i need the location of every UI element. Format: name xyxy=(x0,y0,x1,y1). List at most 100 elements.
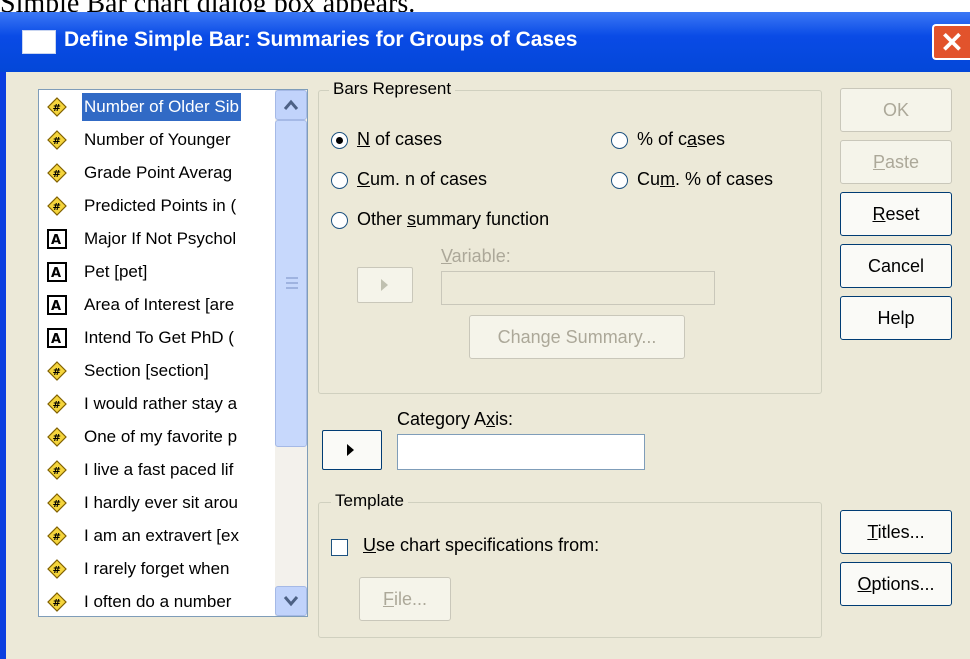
svg-text:A: A xyxy=(51,266,61,281)
svg-text:#: # xyxy=(53,202,61,213)
variable-list-item-label: I am an extravert [ex xyxy=(84,526,239,545)
file-button[interactable]: File... xyxy=(359,577,451,621)
variable-list-item-label: One of my favorite p xyxy=(84,427,238,446)
radio-dot xyxy=(336,137,343,144)
scale-variable-icon: # xyxy=(47,361,67,381)
variable-list-item[interactable]: # I live a fast paced lif xyxy=(39,456,275,485)
scale-variable-icon: # xyxy=(47,163,67,183)
chevron-up-icon xyxy=(283,99,299,110)
variable-list-item[interactable]: A Area of Interest [are xyxy=(39,291,275,320)
scale-variable-icon: # xyxy=(47,460,67,480)
variable-list-item[interactable]: # Grade Point Averag xyxy=(39,159,275,188)
cancel-button[interactable]: Cancel xyxy=(840,244,952,288)
reset-button[interactable]: Reset xyxy=(840,192,952,236)
svg-text:#: # xyxy=(53,367,61,378)
variable-list-item-label: I rarely forget when xyxy=(84,559,230,578)
template-group: Template Use chart specifications from: … xyxy=(318,491,822,638)
svg-text:#: # xyxy=(53,598,61,609)
scale-variable-icon: # xyxy=(47,559,67,579)
variable-list-item[interactable]: # Number of Older Sib xyxy=(39,93,275,122)
svg-text:#: # xyxy=(53,466,61,477)
radio-circle xyxy=(331,172,348,189)
variable-list-item-label: I would rather stay a xyxy=(84,394,238,413)
svg-text:#: # xyxy=(53,103,61,114)
thumb-grip xyxy=(286,282,298,284)
move-to-variable-button[interactable] xyxy=(357,267,413,303)
change-summary-button[interactable]: Change Summary... xyxy=(469,315,685,359)
variable-list-item[interactable]: A Intend To Get PhD ( xyxy=(39,324,275,353)
variable-list-item[interactable]: A Pet [pet] xyxy=(39,258,275,287)
thumb-grip xyxy=(286,277,298,279)
svg-text:#: # xyxy=(53,169,61,180)
bars-represent-legend: Bars Represent xyxy=(329,79,456,99)
svg-text:#: # xyxy=(53,499,61,510)
scale-variable-icon: # xyxy=(47,196,67,216)
variable-list-item[interactable]: # I rarely forget when xyxy=(39,555,275,584)
scale-variable-icon: # xyxy=(47,97,67,117)
variable-list-item-label: Section [section] xyxy=(84,361,209,380)
define-simple-bar-dialog: Define Simple Bar: Summaries for Groups … xyxy=(0,12,970,659)
variable-list-item[interactable]: # Number of Younger xyxy=(39,126,275,155)
svg-text:#: # xyxy=(53,565,61,576)
variable-field[interactable] xyxy=(441,271,715,305)
use-chart-spec-checkbox[interactable] xyxy=(331,539,348,556)
move-to-category-axis-button[interactable] xyxy=(322,430,382,470)
svg-text:A: A xyxy=(51,299,61,314)
titles-button[interactable]: Titles... xyxy=(840,510,952,554)
variable-list-item-label: I live a fast paced lif xyxy=(84,460,234,479)
string-variable-icon: A xyxy=(47,295,67,315)
dialog-client-area: # Number of Older Sib # Number of Younger # G… xyxy=(6,72,970,659)
category-axis-field[interactable] xyxy=(397,434,645,470)
svg-text:#: # xyxy=(53,532,61,543)
variable-list-item-label: Area of Interest [are xyxy=(84,295,235,314)
variable-list-item-label: Grade Point Averag xyxy=(84,163,233,182)
variable-list-item[interactable]: # I often do a number xyxy=(39,588,275,616)
help-button[interactable]: Help xyxy=(840,296,952,340)
svg-text:A: A xyxy=(51,233,61,248)
variable-list-item[interactable]: # I would rather stay a xyxy=(39,390,275,419)
scale-variable-icon: # xyxy=(47,394,67,414)
arrow-right-icon xyxy=(347,444,354,456)
ok-button[interactable]: OK xyxy=(840,88,952,132)
close-button[interactable]: ✕ xyxy=(932,24,970,60)
variable-list-item-label: Predicted Points in ( xyxy=(84,196,237,215)
template-legend: Template xyxy=(331,491,408,511)
variable-list-item[interactable]: # Predicted Points in ( xyxy=(39,192,275,221)
variable-label: Variable: xyxy=(441,246,511,266)
variable-list-item[interactable]: # I hardly ever sit arou xyxy=(39,489,275,518)
variable-list-item[interactable]: A Major If Not Psychol xyxy=(39,225,275,254)
scale-variable-icon: # xyxy=(47,493,67,513)
svg-text:#: # xyxy=(53,433,61,444)
scale-variable-icon: # xyxy=(47,130,67,150)
paste-button[interactable]: Paste xyxy=(840,140,952,184)
variable-list-item[interactable]: # One of my favorite p xyxy=(39,423,275,452)
variable-list-item-label: Number of Older Sib xyxy=(82,93,241,121)
category-axis-label: Category Axis: xyxy=(397,409,514,429)
bars-represent-group: Bars Represent N of cases % of cases Cum… xyxy=(318,79,822,394)
variable-list-item[interactable]: # I am an extravert [ex xyxy=(39,522,275,551)
scroll-up-button[interactable] xyxy=(275,90,307,120)
scroll-thumb[interactable] xyxy=(275,120,307,447)
variable-list-item-label: Pet [pet] xyxy=(84,262,148,281)
scale-variable-icon: # xyxy=(47,427,67,447)
radio-circle xyxy=(611,172,628,189)
vertical-scrollbar[interactable] xyxy=(275,90,307,616)
options-button[interactable]: Options... xyxy=(840,562,952,606)
string-variable-icon: A xyxy=(47,262,67,282)
scroll-down-button[interactable] xyxy=(275,586,307,616)
chevron-down-icon xyxy=(283,596,299,607)
variable-list-item-label: I often do a number xyxy=(84,592,232,611)
window-icon xyxy=(22,30,56,54)
variable-list-item-label: Number of Younger xyxy=(84,130,231,149)
variable-list-item[interactable]: # Section [section] xyxy=(39,357,275,386)
radio-circle xyxy=(331,132,348,149)
svg-text:A: A xyxy=(51,332,61,347)
svg-text:#: # xyxy=(53,400,61,411)
title-bar[interactable]: Define Simple Bar: Summaries for Groups … xyxy=(0,12,970,72)
use-chart-spec-label[interactable]: Use chart specifications from: xyxy=(363,535,599,556)
scale-variable-icon: # xyxy=(47,592,67,612)
string-variable-icon: A xyxy=(47,328,67,348)
variable-list[interactable]: # Number of Older Sib # Number of Younger # G… xyxy=(38,89,308,617)
string-variable-icon: A xyxy=(47,229,67,249)
thumb-grip xyxy=(286,287,298,289)
